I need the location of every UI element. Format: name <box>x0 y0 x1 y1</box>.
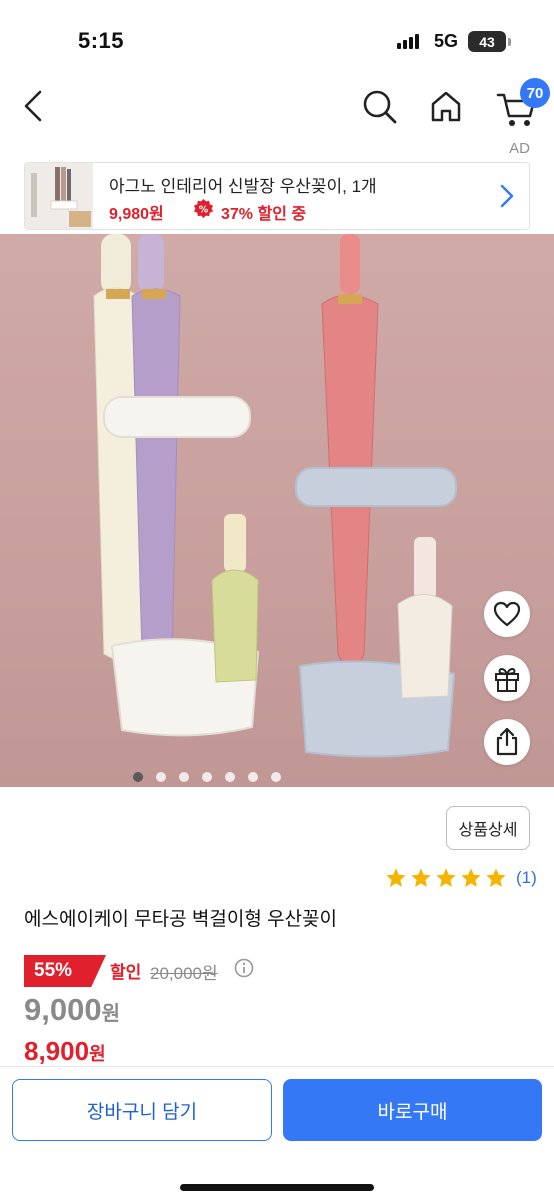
carousel-dot[interactable] <box>271 772 281 782</box>
battery-icon: 43 <box>468 31 506 52</box>
ad-discount: 37% 할인 중 <box>221 206 307 223</box>
signal-strength-icon <box>397 33 419 49</box>
review-count-link[interactable]: (1) <box>516 868 537 888</box>
cart-count-badge: 70 <box>520 78 550 108</box>
product-name: 에스에이케이 무타공 벽걸이형 우산꽂이 <box>24 909 337 930</box>
rating[interactable]: (1) <box>385 867 537 889</box>
star-icon <box>436 868 456 887</box>
star-icon <box>461 868 481 887</box>
status-bar: 5:15 5G 43 <box>0 0 554 70</box>
share-icon <box>496 727 518 756</box>
nav-bar: 70 AD <box>0 70 554 157</box>
gift-button[interactable] <box>484 655 530 701</box>
carousel-dot[interactable] <box>225 772 235 782</box>
svg-text:%: % <box>199 204 209 215</box>
ad-banner[interactable]: 아그노 인테리어 신발장 우산꽂이, 1개 9,980원 % 37% 할인 중 <box>24 162 530 230</box>
final-price-value: 8,900 <box>24 1036 90 1066</box>
info-icon[interactable] <box>234 958 254 978</box>
carousel-dot[interactable] <box>179 772 189 782</box>
search-icon <box>363 90 397 124</box>
list-price: 9,000원 <box>24 992 120 1028</box>
heart-icon <box>493 601 521 627</box>
carousel-dot[interactable] <box>248 772 258 782</box>
carousel-dots <box>0 772 484 782</box>
list-price-unit: 원 <box>101 1003 120 1025</box>
back-button[interactable] <box>14 84 54 128</box>
home-button[interactable] <box>424 84 468 128</box>
discount-rate-badge: 55% <box>24 955 106 987</box>
cart-button[interactable]: 70 <box>492 78 550 130</box>
status-time: 5:15 <box>78 28 125 53</box>
wishlist-button[interactable] <box>484 591 530 637</box>
buy-now-button[interactable]: 바로구매 <box>283 1079 542 1141</box>
carousel-dot[interactable] <box>202 772 212 782</box>
chevron-left-icon <box>24 90 42 122</box>
product-photo <box>93 234 457 758</box>
star-icon <box>386 868 406 887</box>
product-detail-button[interactable]: 상품상세 <box>446 806 530 850</box>
home-indicator <box>180 1184 374 1191</box>
gift-icon <box>495 668 519 692</box>
ad-label: AD <box>509 140 530 157</box>
search-button[interactable] <box>358 84 400 128</box>
battery-tip <box>508 38 511 46</box>
network-type: 5G <box>434 31 459 51</box>
final-price-unit: 원 <box>89 1044 106 1064</box>
star-icon <box>411 868 431 887</box>
product-image-carousel[interactable] <box>0 234 554 787</box>
home-icon <box>431 91 461 122</box>
sale-label: 할인 <box>110 963 142 982</box>
bottom-action-bar: 장바구니 담기 바로구매 <box>0 1066 554 1200</box>
ad-price: 9,980원 <box>109 206 164 223</box>
chevron-right-icon <box>500 184 514 208</box>
list-price-value: 9,000 <box>24 992 102 1027</box>
share-button[interactable] <box>484 719 530 765</box>
sale-percent-icon: % <box>193 198 214 219</box>
carousel-dot[interactable] <box>133 772 143 782</box>
carousel-dot[interactable] <box>156 772 166 782</box>
add-to-cart-button[interactable]: 장바구니 담기 <box>12 1079 272 1141</box>
ad-thumbnail <box>25 163 93 229</box>
final-price: 8,900원 <box>24 1036 106 1067</box>
star-icon <box>486 868 506 887</box>
original-price: 20,000원 <box>150 964 218 983</box>
ad-title: 아그노 인테리어 신발장 우산꽂이, 1개 <box>109 177 377 196</box>
